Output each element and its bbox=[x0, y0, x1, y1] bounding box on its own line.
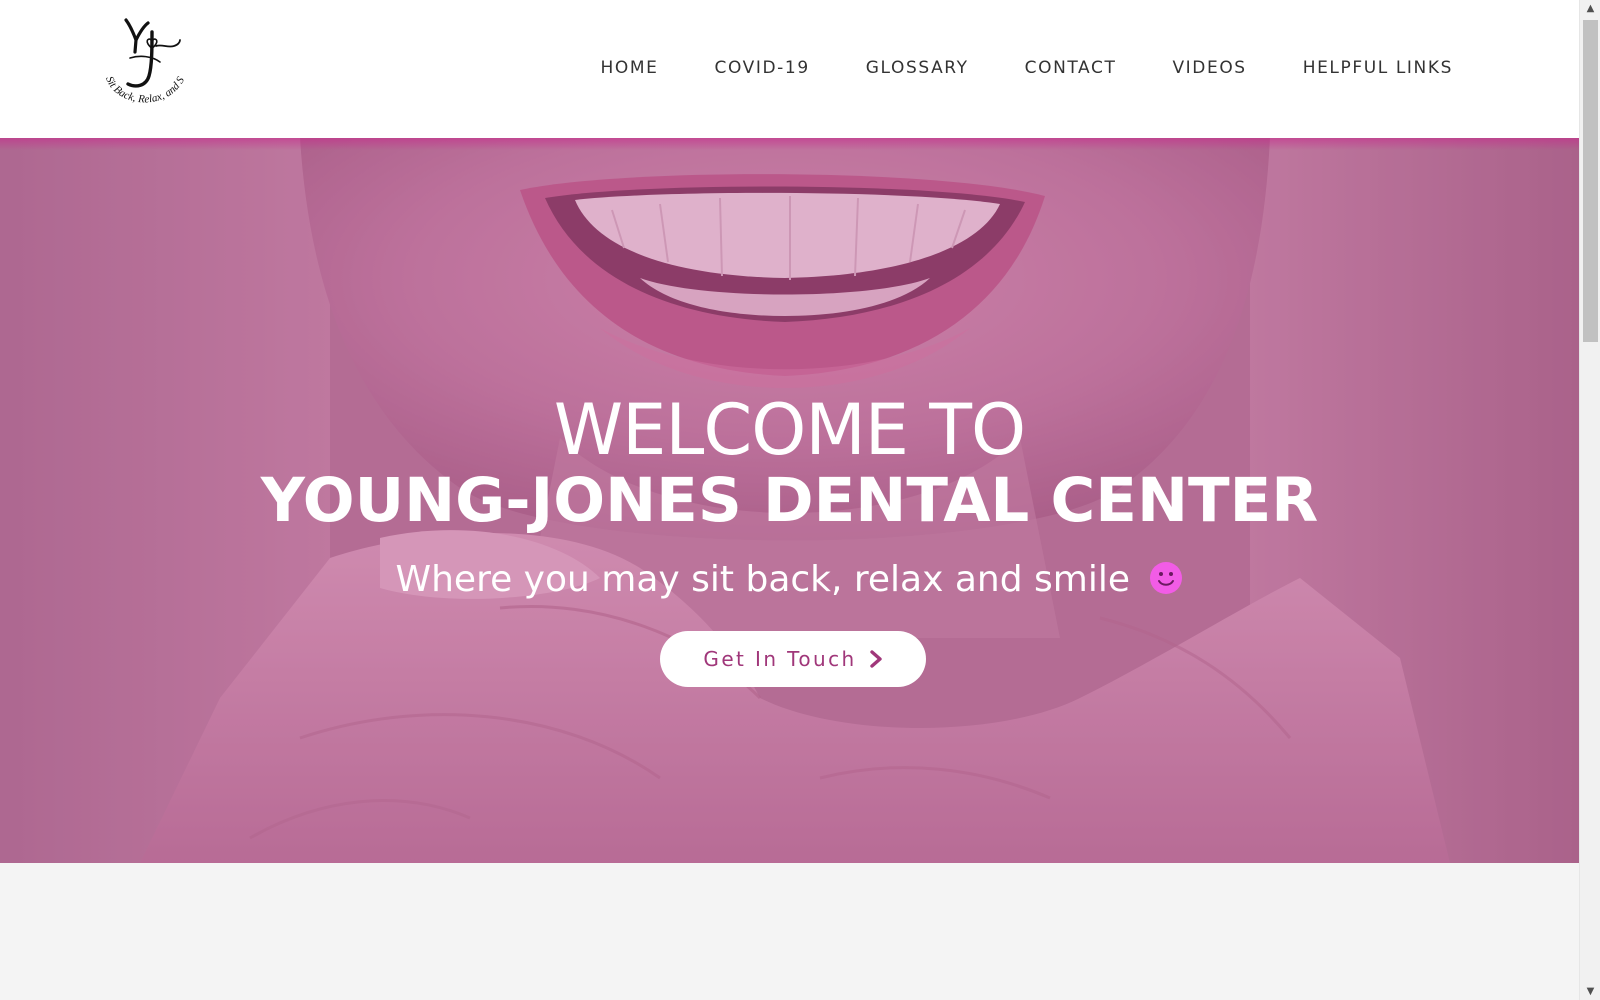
get-in-touch-label: Get In Touch bbox=[703, 647, 857, 671]
scrollbar-thumb[interactable] bbox=[1583, 20, 1598, 342]
logo-mark-icon: Sit Back, Relax, and Smile bbox=[96, 14, 187, 106]
chevron-right-icon bbox=[869, 650, 882, 668]
nav-item-helpful-links[interactable]: HELPFUL LINKS bbox=[1303, 56, 1453, 80]
hero-tagline-text: Where you may sit back, relax and smile bbox=[395, 559, 1131, 600]
site-logo[interactable]: Sit Back, Relax, and Smile bbox=[96, 14, 192, 120]
main-nav: HOME COVID-19 GLOSSARY CONTACT VIDEOS HE… bbox=[601, 56, 1453, 80]
hero-banner: WELCOME TO YOUNG-JONES DENTAL CENTER Whe… bbox=[0, 138, 1579, 863]
hero-tagline: Where you may sit back, relax and smile bbox=[0, 556, 1579, 604]
smiley-face-icon bbox=[1150, 562, 1183, 594]
nav-item-videos[interactable]: VIDEOS bbox=[1172, 56, 1246, 80]
nav-item-contact[interactable]: CONTACT bbox=[1025, 56, 1117, 80]
get-in-touch-button[interactable]: Get In Touch bbox=[660, 631, 926, 687]
content-section bbox=[0, 863, 1579, 1000]
page-scrollbar[interactable]: ▲ ▼ bbox=[1579, 0, 1600, 1000]
hero-content: WELCOME TO YOUNG-JONES DENTAL CENTER Whe… bbox=[0, 138, 1579, 863]
page: Sit Back, Relax, and Smile HOME COVID-19… bbox=[0, 0, 1579, 1000]
scroll-up-arrow-icon[interactable]: ▲ bbox=[1580, 0, 1600, 17]
hero-clinic-name: YOUNG-JONES DENTAL CENTER bbox=[260, 465, 1319, 536]
site-header: Sit Back, Relax, and Smile HOME COVID-19… bbox=[0, 0, 1579, 138]
nav-item-covid-19[interactable]: COVID-19 bbox=[715, 56, 810, 80]
scroll-down-arrow-icon[interactable]: ▼ bbox=[1580, 983, 1600, 1000]
nav-item-home[interactable]: HOME bbox=[601, 56, 659, 80]
nav-item-glossary[interactable]: GLOSSARY bbox=[866, 56, 969, 80]
hero-welcome-heading: WELCOME TO bbox=[553, 389, 1026, 471]
